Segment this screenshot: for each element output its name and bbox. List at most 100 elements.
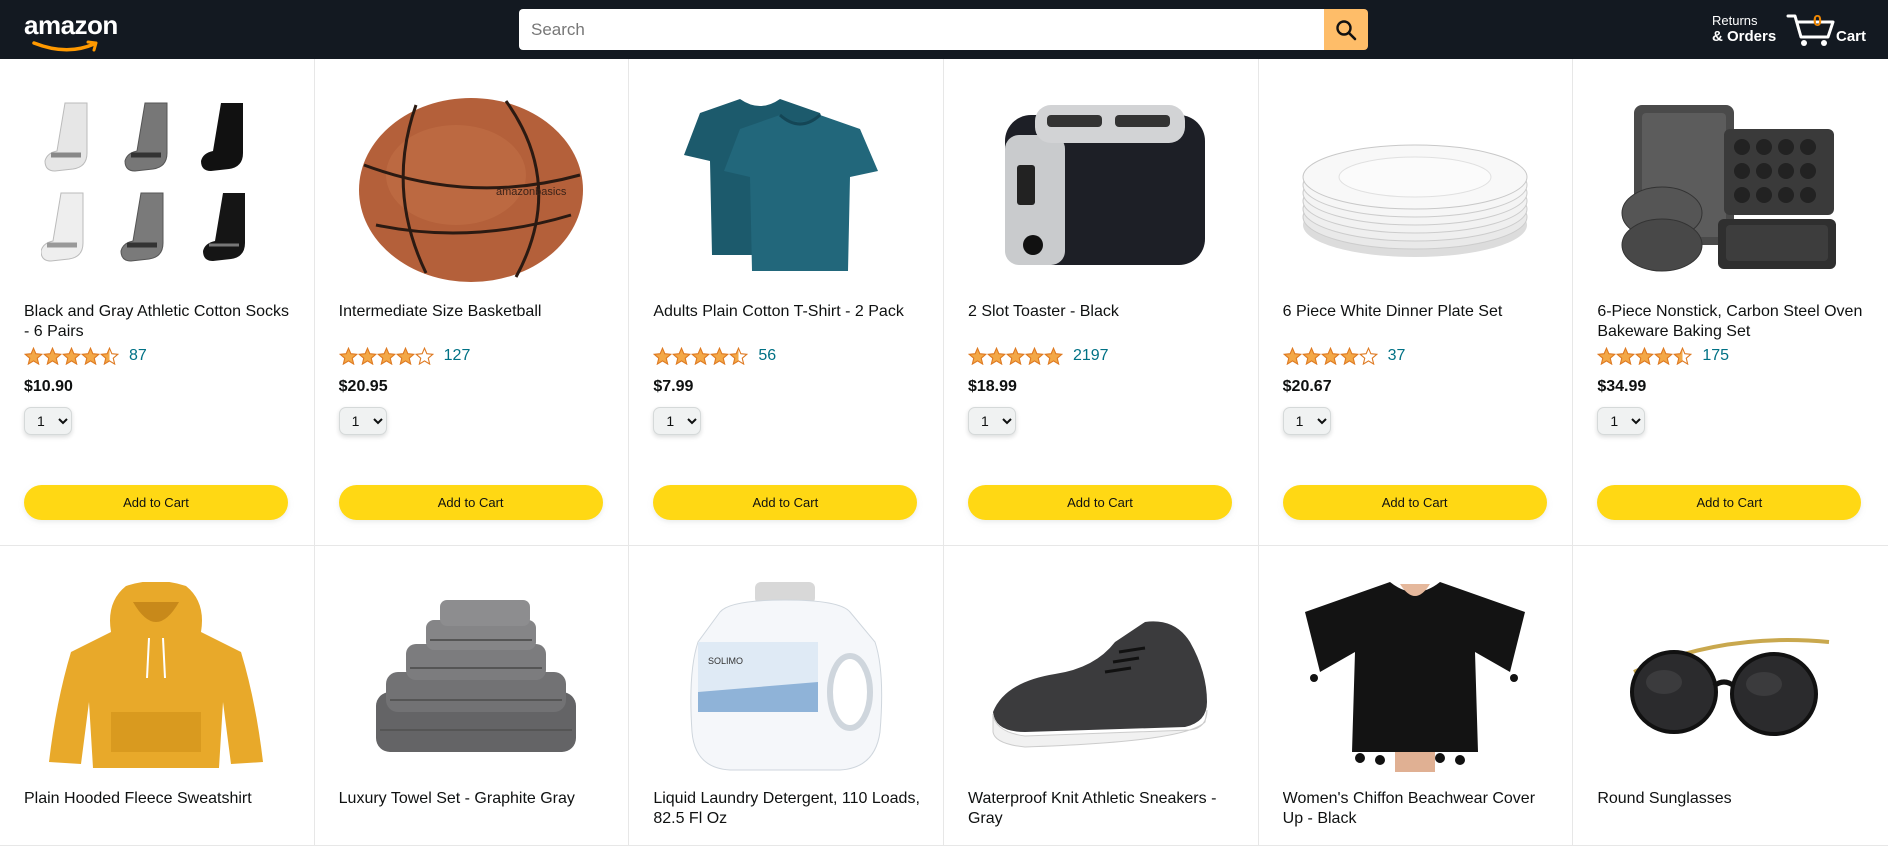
star-rating-icon [967,347,1063,365]
star-icon [1654,347,1674,365]
add-to-cart-button[interactable]: Add to Cart [967,485,1232,520]
product-rating: 56 [653,347,776,365]
rating-count[interactable]: 175 [1702,347,1729,365]
product-price: $10.90 [24,378,73,395]
product-name[interactable]: Women's Chiffon Beachwear Cover Up - Bla… [1283,789,1553,829]
quantity-select[interactable]: 1 [653,407,702,435]
product-name[interactable]: 6-Piece Nonstick, Carbon Steel Oven Bake… [1597,302,1867,342]
plates-image[interactable] [1283,94,1547,286]
toaster-image[interactable] [968,94,1232,286]
returns-label: Returns [1712,13,1758,28]
product-price: $18.99 [967,378,1017,395]
product-name[interactable]: 6 Piece White Dinner Plate Set [1283,302,1553,342]
star-rating-icon [1282,347,1378,365]
star-icon [653,347,673,365]
product-price: $20.95 [338,378,388,395]
quantity-select[interactable]: 1 [24,407,72,435]
star-rating-icon [1597,347,1693,365]
hoodie-image[interactable] [24,581,288,773]
star-icon [1024,347,1044,365]
star-icon [1339,347,1359,365]
sock-pair [41,102,245,262]
star-icon [672,347,692,365]
product-name[interactable]: Luxury Towel Set - Graphite Gray [339,789,609,829]
cart-count-badge: 0 [1813,13,1822,30]
quantity-select[interactable]: 1 [338,407,387,435]
add-to-cart-button[interactable]: Add to Cart [1282,485,1547,520]
star-icon [414,347,434,365]
amazon-logo[interactable]: amazon [24,10,134,52]
returns-orders-link[interactable]: Returns & Orders [1712,13,1776,45]
star-icon [1301,347,1321,365]
svg-text:SOLIMO: SOLIMO [708,656,743,666]
product-price: $7.99 [653,378,694,395]
detergent-image[interactable]: SOLIMO [653,581,917,773]
rating-count[interactable]: 56 [758,347,776,365]
product-name[interactable]: Adults Plain Cotton T-Shirt - 2 Pack [653,302,923,342]
product-rating: 37 [1282,347,1406,365]
product-card: SOLIMO Liquid Laundry Detergent, 110 Loa… [629,546,944,846]
rating-count[interactable]: 127 [444,347,471,365]
cart-link[interactable]: 0 Cart [1786,10,1878,50]
add-to-cart-button[interactable]: Add to Cart [338,485,603,520]
sneakers-image[interactable] [968,581,1232,773]
rating-count[interactable]: 37 [1388,347,1406,365]
product-name[interactable]: 2 Slot Toaster - Black [968,302,1238,342]
search-button[interactable] [1324,9,1368,50]
search-bar [519,9,1368,50]
basketball-image[interactable]: amazonbasics [339,94,603,286]
socks-image[interactable] [24,94,288,286]
bakeware-image[interactable] [1597,94,1861,286]
add-to-cart-button[interactable]: Add to Cart [653,485,918,520]
svg-text:amazonbasics: amazonbasics [496,186,567,198]
star-icon [967,347,987,365]
star-icon [1358,347,1378,365]
star-icon [986,347,1006,365]
star-icon [395,347,415,365]
add-to-cart-button[interactable]: Add to Cart [24,485,288,520]
towels-image[interactable] [339,581,603,773]
quantity-select[interactable]: 1 [1282,407,1331,435]
star-icon [24,347,43,365]
rating-count[interactable]: 2197 [1073,347,1109,365]
star-icon [1616,347,1636,365]
star-icon [81,347,100,365]
product-name[interactable]: Black and Gray Athletic Cotton Socks - 6… [24,302,294,342]
quantity-select[interactable]: 1 [967,407,1016,435]
star-icon [62,347,81,365]
product-card: Luxury Towel Set - Graphite Gray [314,546,630,846]
sunglasses-image[interactable] [1597,581,1861,773]
rating-count[interactable]: 87 [129,347,147,365]
product-name[interactable]: Plain Hooded Fleece Sweatshirt [24,789,294,829]
product-name[interactable]: Waterproof Knit Athletic Sneakers - Gray [968,789,1238,829]
product-name[interactable]: Round Sunglasses [1597,789,1867,829]
star-icon [1673,347,1693,365]
star-icon [1635,347,1655,365]
product-name[interactable]: Intermediate Size Basketball [339,302,609,342]
orders-label: & Orders [1712,28,1777,45]
star-icon [376,347,396,365]
cart-label: Cart [1836,28,1867,45]
star-icon [1597,347,1617,365]
star-icon [43,347,62,365]
search-input[interactable] [519,9,1324,50]
product-rating: 2197 [967,347,1109,365]
product-card: Waterproof Knit Athletic Sneakers - Gray [943,546,1259,846]
product-card: 6-Piece Nonstick, Carbon Steel Oven Bake… [1573,59,1888,546]
cart-icon [1786,14,1835,46]
star-icon [1320,347,1340,365]
product-card: Women's Chiffon Beachwear Cover Up - Bla… [1258,546,1574,846]
product-card: 2 Slot Toaster - Black 2197 $18.99 1 Add… [943,59,1259,546]
quantity-select[interactable]: 1 [1597,407,1646,435]
tshirt-image[interactable] [653,94,917,286]
star-icon [1005,347,1025,365]
product-card: Adults Plain Cotton T-Shirt - 2 Pack 56 … [629,59,944,546]
add-to-cart-button[interactable]: Add to Cart [1597,485,1862,520]
star-rating-icon [24,347,119,365]
star-icon [357,347,377,365]
beachwear-image[interactable] [1283,581,1547,773]
top-navigation-bar: amazon Returns & Orders 0 Cart [0,0,1888,59]
logo-text: amazon [24,10,118,40]
product-name[interactable]: Liquid Laundry Detergent, 110 Loads, 82.… [653,789,923,829]
star-rating-icon [338,347,434,365]
